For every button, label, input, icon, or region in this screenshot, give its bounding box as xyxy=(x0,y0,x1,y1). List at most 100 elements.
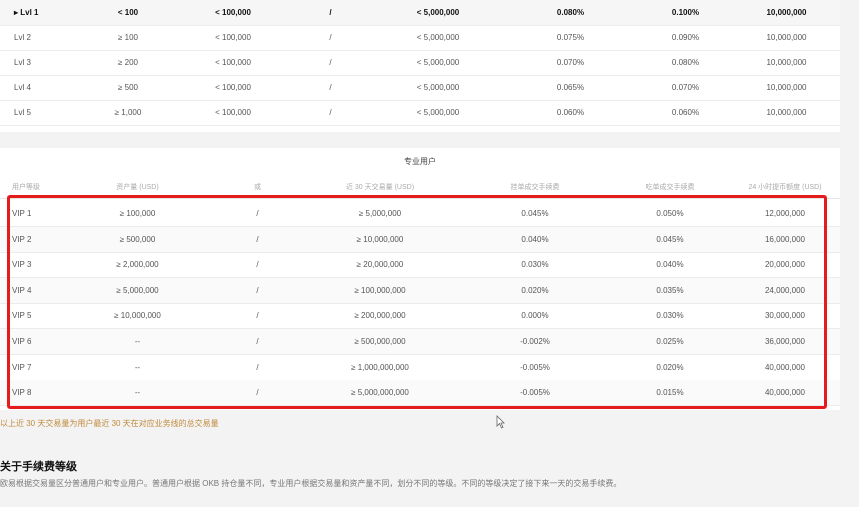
value-cell: 0.080% xyxy=(556,8,585,17)
level-label: Lvl 1 xyxy=(20,8,39,17)
value-cell: 0.100% xyxy=(671,8,700,17)
vip-table-row: VIP 6 -- / ≥ 500,000,000 -0.002% 0.025% 36,000… xyxy=(0,329,840,355)
vip-value-cell: 0.020% xyxy=(521,285,549,295)
vip-value-cell: / xyxy=(256,362,259,372)
value-cell: 0.060% xyxy=(556,108,585,117)
level-cell: Lvl 2 xyxy=(14,33,31,42)
pro-header-cell: 近 30 天交易量 (USD) xyxy=(345,184,415,191)
vip-value-cell: 0.045% xyxy=(656,234,684,244)
vip-value-cell: / xyxy=(256,234,259,244)
vip-table-row: VIP 4 ≥ 5,000,000 / ≥ 100,000,000 0.020% 0.03… xyxy=(0,277,840,304)
vip-table-row: VIP 5 ≥ 10,000,000 / ≥ 200,000,000 0.000% 0.0… xyxy=(0,303,840,330)
value-cell: 10,000,000 xyxy=(766,58,807,67)
vip-level-cell: VIP 2 xyxy=(12,234,32,244)
vip-value-cell: 0.045% xyxy=(521,209,549,218)
vip-value-cell: ≥ 500,000 xyxy=(119,234,156,244)
vip-value-cell: 24,000,000 xyxy=(764,285,806,295)
pro-header-cell: 或 xyxy=(254,184,261,191)
vip-value-cell: ≥ 5,000,000,000 xyxy=(351,388,409,398)
vip-value-cell: 0.040% xyxy=(521,234,549,244)
vip-level-cell: VIP 3 xyxy=(12,260,32,270)
value-cell: 10,000,000 xyxy=(766,33,807,42)
vip-value-cell: -0.005% xyxy=(520,388,550,398)
vip-value-cell: ≥ 1,000,000,000 xyxy=(351,362,409,372)
vip-level-cell: VIP 5 xyxy=(12,311,32,321)
value-cell: 0.075% xyxy=(556,33,585,42)
vip-value-cell: ≥ 500,000,000 xyxy=(354,337,406,346)
value-cell: 0.070% xyxy=(556,58,585,67)
regular-table-row: Lvl 3 ≥ 200 < 100,000 / < 5,000,000 0.070% 0.0… xyxy=(0,50,840,76)
value-cell: < 100,000 xyxy=(215,58,251,67)
level-cell: ▸ Lvl 1 xyxy=(0,8,78,17)
value-cell: / xyxy=(329,58,332,67)
value-cell: / xyxy=(329,8,332,17)
vip-value-cell: -- xyxy=(134,388,141,398)
value-cell: 10,000,000 xyxy=(766,8,807,17)
vip-value-cell: 0.025% xyxy=(656,337,684,346)
value-cell: ≥ 500 xyxy=(118,83,138,92)
vip-level-cell: VIP 4 xyxy=(12,285,32,295)
fee-level-heading: 关于手续费等级 xyxy=(0,461,77,473)
regular-table-row: Lvl 5 ≥ 1,000 < 100,000 / < 5,000,000 0.060% 0… xyxy=(0,100,840,126)
vip-level-cell: VIP 6 xyxy=(12,337,32,346)
vip-value-cell: 20,000,000 xyxy=(764,260,806,270)
value-cell: < 5,000,000 xyxy=(416,108,460,117)
vip-value-cell: 30,000,000 xyxy=(764,311,806,321)
value-cell: 10,000,000 xyxy=(766,108,807,117)
text-cursor-icon xyxy=(496,415,505,429)
vip-value-cell: ≥ 20,000,000 xyxy=(356,260,404,270)
value-cell: < 5,000,000 xyxy=(416,33,460,42)
value-cell: 0.080% xyxy=(671,58,700,67)
vip-value-cell: 0.035% xyxy=(656,285,684,295)
value-cell: / xyxy=(329,83,332,92)
vip-table-row: VIP 2 ≥ 500,000 / ≥ 10,000,000 0.040% 0.045% 1… xyxy=(0,226,840,253)
value-cell: 0.065% xyxy=(556,83,585,92)
fee-level-description: 欧易根据交易量区分普通用户和专业用户。普通用户根据 OKB 持仓量不同，专业用户… xyxy=(0,479,622,488)
vip-value-cell: -0.005% xyxy=(520,362,550,372)
vip-value-cell: 0.000% xyxy=(521,311,549,321)
level-cell: Lvl 4 xyxy=(14,83,31,92)
vip-value-cell: -- xyxy=(134,362,141,372)
vip-table-row: VIP 1 ≥ 100,000 / ≥ 5,000,000 0.045% 0.050% 12… xyxy=(0,201,840,227)
level-cell: Lvl 5 xyxy=(14,108,31,117)
volume-footnote: 以上近 30 天交易量为用户最近 30 天在对应业务线的总交易量 xyxy=(0,419,219,428)
vip-value-cell: ≥ 10,000,000 xyxy=(114,311,161,321)
vip-level-cell: VIP 7 xyxy=(12,362,32,372)
regular-table-row: ▸ Lvl 1 < 100 < 100,000 / < 5,000,000 0.080% 0… xyxy=(0,0,840,26)
vip-value-cell: 0.020% xyxy=(656,362,684,372)
pro-header-cell: 24 小时提币额度 (USD) xyxy=(748,184,822,191)
value-cell: < 5,000,000 xyxy=(416,83,460,92)
pro-fee-table: 专业用户 用户等级 资产量 (USD) 或 近 30 天交易量 (USD) 挂单成交手续… xyxy=(0,148,840,410)
value-cell: ≥ 100 xyxy=(118,33,138,42)
pro-header-cell: 资产量 (USD) xyxy=(116,184,159,191)
value-cell: < 5,000,000 xyxy=(416,58,460,67)
vip-level-cell: VIP 1 xyxy=(12,209,32,218)
vip-table-row: VIP 7 -- / ≥ 1,000,000,000 -0.005% 0.020% 40,0… xyxy=(0,355,840,381)
pro-header-cell: 挂单成交手续费 xyxy=(510,184,560,191)
value-cell: < 100,000 xyxy=(215,8,251,17)
vip-value-cell: 16,000,000 xyxy=(764,234,806,244)
vip-value-cell: ≥ 200,000,000 xyxy=(354,311,406,321)
value-cell: / xyxy=(329,108,332,117)
value-cell: 10,000,000 xyxy=(766,83,807,92)
value-cell: ≥ 1,000 xyxy=(114,108,142,117)
value-cell: / xyxy=(329,33,332,42)
vip-value-cell: / xyxy=(256,311,259,321)
pro-header-cell: 用户等级 xyxy=(12,184,40,191)
vip-value-cell: ≥ 100,000,000 xyxy=(354,285,406,295)
vip-value-cell: 40,000,000 xyxy=(764,388,806,398)
vip-value-cell: 0.040% xyxy=(656,260,684,270)
vip-level-cell: VIP 8 xyxy=(12,388,32,398)
vip-value-cell: / xyxy=(256,209,259,218)
vip-value-cell: -0.002% xyxy=(520,337,550,346)
vip-table-row: VIP 8 -- / ≥ 5,000,000,000 -0.005% 0.015% 40,0… xyxy=(0,380,840,407)
value-cell: 0.070% xyxy=(671,83,700,92)
vip-value-cell: 0.030% xyxy=(656,311,684,321)
vip-table-row: VIP 3 ≥ 2,000,000 / ≥ 20,000,000 0.030% 0.040… xyxy=(0,252,840,279)
vip-value-cell: ≥ 5,000,000 xyxy=(358,209,402,218)
regular-fee-table: ▸ Lvl 1 < 100 < 100,000 / < 5,000,000 0.080% 0… xyxy=(0,0,840,132)
pro-table-header-row: 用户等级 资产量 (USD) 或 近 30 天交易量 (USD) 挂单成交手续费 吃单成交… xyxy=(0,176,840,199)
vip-value-cell: ≥ 100,000 xyxy=(119,209,156,218)
vip-value-cell: -- xyxy=(134,337,141,346)
vip-value-cell: 0.015% xyxy=(656,388,684,398)
